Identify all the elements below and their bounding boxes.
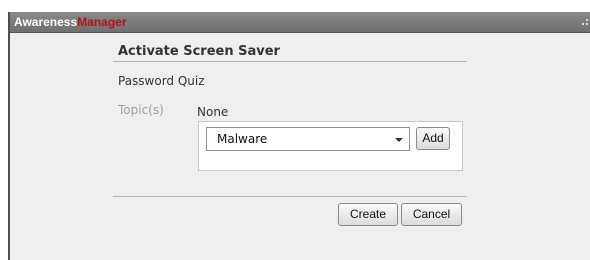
title-bar: AwarenessManager bbox=[10, 12, 590, 33]
header-divider bbox=[113, 61, 467, 62]
brand-prefix: Awareness bbox=[14, 15, 78, 29]
topics-value: None bbox=[197, 105, 229, 119]
dialog-title: Activate Screen Saver bbox=[118, 44, 280, 59]
topics-label: Topic(s) bbox=[118, 103, 164, 117]
topic-select[interactable]: Malware bbox=[206, 127, 410, 151]
topic-select-value: Malware bbox=[217, 132, 268, 146]
footer-divider bbox=[113, 196, 467, 197]
cancel-button[interactable]: Cancel bbox=[401, 203, 462, 226]
quiz-name: Password Quiz bbox=[118, 74, 205, 88]
brand-suffix: Manager bbox=[77, 15, 127, 29]
create-button[interactable]: Create bbox=[338, 203, 398, 226]
app-logo: AwarenessManager bbox=[14, 15, 127, 29]
resize-grip-icon[interactable] bbox=[582, 19, 588, 27]
chevron-down-icon bbox=[395, 138, 403, 142]
add-topic-button[interactable]: Add bbox=[416, 127, 450, 150]
